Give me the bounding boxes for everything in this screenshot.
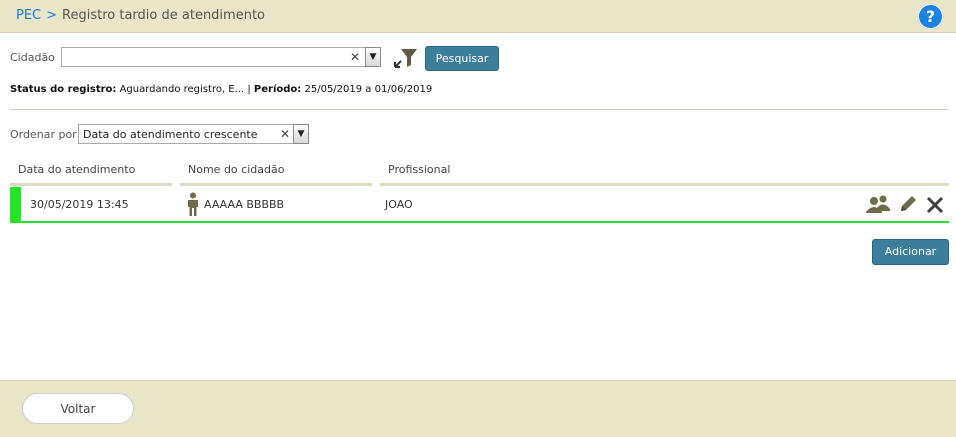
column-header-underline	[380, 183, 949, 186]
pencil-icon[interactable]	[899, 195, 917, 213]
clear-order-icon[interactable]: ✕	[280, 127, 290, 141]
cidadao-label: Cidadão	[10, 51, 55, 64]
breadcrumb: PEC > Registro tardio de atendimento	[16, 8, 265, 23]
page-footer: Voltar	[0, 380, 956, 437]
person-icon	[188, 192, 198, 216]
status-label: Status do registro:	[10, 84, 117, 95]
cidadao-dropdown-button[interactable]: ▼	[365, 47, 381, 67]
breadcrumb-pec-link[interactable]: PEC	[16, 8, 41, 23]
row-citizen-name: AAAAA BBBBB	[204, 198, 285, 211]
summary-separator: |	[247, 84, 251, 95]
clear-cidadao-icon[interactable]: ✕	[350, 50, 360, 64]
cidadao-combobox[interactable]: ✕ ▼	[61, 47, 381, 67]
page-header: PEC > Registro tardio de atendimento ?	[0, 0, 956, 33]
order-value: Data do atendimento crescente	[83, 128, 258, 141]
status-value: Aguardando registro, E...	[119, 84, 245, 95]
column-header-underline	[180, 183, 372, 186]
add-button[interactable]: Adicionar	[872, 239, 949, 265]
periodo-label: Período:	[253, 84, 302, 95]
page-title: Registro tardio de atendimento	[62, 8, 266, 23]
table-row[interactable]: 30/05/2019 13:45 AAAAA BBBBB JOAO	[10, 187, 949, 223]
divider	[10, 109, 948, 110]
help-button[interactable]: ?	[918, 4, 943, 29]
row-status-indicator	[10, 187, 21, 221]
breadcrumb-separator: >	[46, 8, 58, 23]
row-professional: JOAO	[385, 198, 413, 211]
column-header-underline	[10, 183, 172, 186]
column-header-citizen[interactable]: Nome do cidadão	[188, 163, 284, 176]
order-select[interactable]: Data do atendimento crescente ✕ ▼	[78, 124, 309, 144]
filter-summary: Status do registro: Aguardando registro,…	[10, 84, 432, 95]
periodo-value: 25/05/2019 a 01/06/2019	[304, 84, 433, 95]
order-dropdown-button[interactable]: ▼	[293, 124, 309, 144]
back-button[interactable]: Voltar	[22, 393, 134, 424]
order-label: Ordenar por	[10, 128, 77, 141]
group-icon[interactable]	[866, 195, 892, 213]
column-header-professional[interactable]: Profissional	[388, 163, 450, 176]
column-header-date[interactable]: Data do atendimento	[18, 163, 135, 176]
search-button[interactable]: Pesquisar	[425, 46, 499, 71]
close-icon[interactable]	[926, 196, 944, 214]
row-date: 30/05/2019 13:45	[30, 198, 129, 211]
filter-expand-icon[interactable]	[392, 46, 418, 70]
